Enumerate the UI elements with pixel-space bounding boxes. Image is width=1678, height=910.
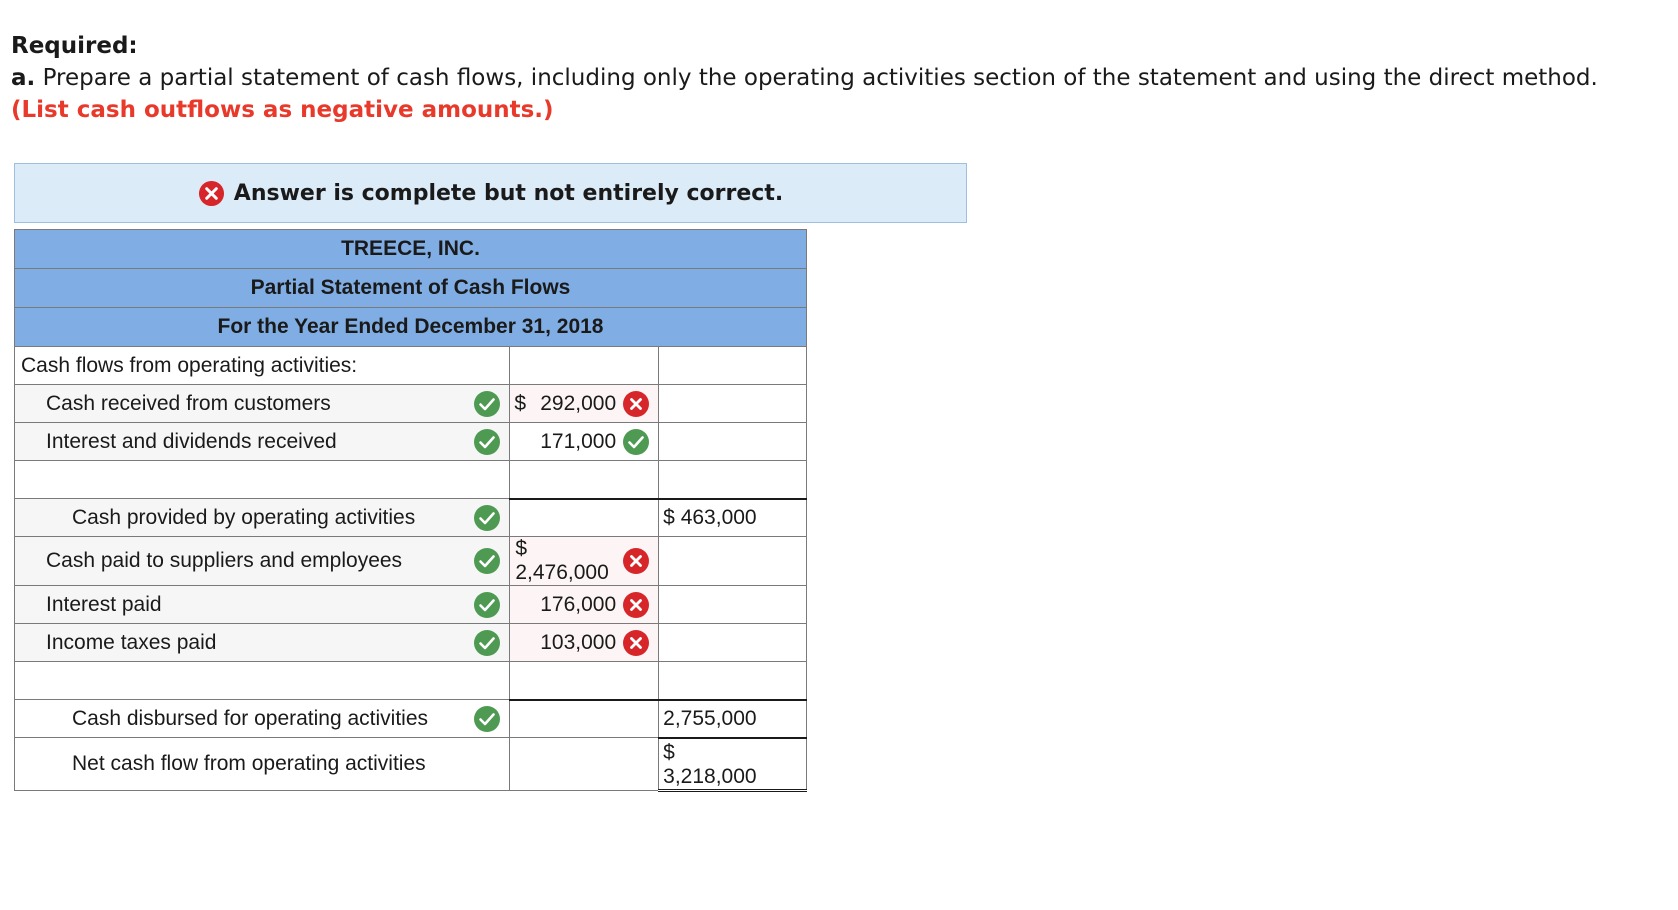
amount-cell-empty[interactable]	[509, 698, 660, 738]
total-cell-empty[interactable]	[658, 384, 807, 423]
total-cell-empty[interactable]	[658, 346, 807, 385]
table-row: Interest paid 176,000	[13, 585, 807, 624]
row-label: Income taxes paid	[46, 630, 217, 654]
statement-title-row: Partial Statement of Cash Flows	[14, 268, 807, 308]
amount-cell-empty[interactable]	[509, 346, 660, 385]
check-circle-icon	[473, 504, 501, 532]
x-circle-icon	[622, 629, 650, 657]
table-row: Net cash flow from operating activities …	[13, 736, 807, 792]
section-header-row: Cash flows from operating activities:	[13, 346, 807, 385]
total-cell-empty[interactable]	[658, 585, 807, 624]
label-cell[interactable]: Net cash flow from operating activities	[13, 737, 511, 791]
row-label: Net cash flow from operating activities	[72, 752, 426, 775]
row-label: Interest paid	[46, 592, 162, 616]
row-label: Interest and dividends received	[46, 429, 337, 453]
amount-value: 2,476,000	[515, 561, 609, 584]
instructions: Required: a. Prepare a partial statement…	[11, 30, 1651, 126]
check-circle-icon	[473, 629, 501, 657]
label-cell[interactable]: Cash received from customers	[13, 384, 511, 423]
x-circle-icon	[622, 591, 650, 619]
statement-period: For the Year Ended December 31, 2018	[14, 307, 807, 347]
amount-cell-empty[interactable]	[509, 497, 660, 537]
table-row: Cash paid to suppliers and employees $ 2…	[13, 536, 807, 586]
feedback-message: Answer is complete but not entirely corr…	[233, 180, 784, 206]
amount-value: 103,000	[540, 630, 617, 654]
check-circle-icon	[473, 428, 501, 456]
x-circle-icon	[622, 547, 650, 575]
amount-cell[interactable]: 176,000	[509, 585, 660, 624]
x-circle-icon	[198, 180, 225, 207]
table-row: Income taxes paid 103,000	[13, 623, 807, 662]
label-cell[interactable]: Interest paid	[13, 585, 511, 624]
amount-value: 292,000	[540, 391, 617, 415]
total-cell-empty[interactable]	[658, 536, 807, 586]
label-cell[interactable]: Cash paid to suppliers and employees	[13, 536, 511, 586]
total-cell[interactable]: $ 3,218,000	[658, 736, 807, 792]
x-circle-icon	[622, 390, 650, 418]
amount-cell-empty[interactable]	[509, 460, 660, 499]
check-circle-icon	[473, 591, 501, 619]
instructions-text: Prepare a partial statement of cash flow…	[35, 65, 1598, 91]
dollar-sign: $	[515, 537, 528, 560]
label-cell[interactable]: Income taxes paid	[13, 623, 511, 662]
total-cell-empty[interactable]	[658, 460, 807, 499]
total-value: 2,755,000	[663, 706, 757, 730]
row-label: Cash disbursed for operating activities	[72, 706, 429, 730]
cash-flow-statement: TREECE, INC. Partial Statement of Cash F…	[13, 229, 807, 792]
table-row: Cash received from customers $ 292,000	[13, 384, 807, 423]
amount-cell-empty[interactable]	[509, 661, 660, 700]
company-name: TREECE, INC.	[14, 229, 807, 269]
amount-cell-empty[interactable]	[509, 737, 660, 791]
amount-cell[interactable]: 171,000	[509, 422, 660, 461]
required-heading: Required:	[11, 33, 138, 59]
total-cell[interactable]: 2,755,000	[658, 698, 807, 738]
row-label: Cash paid to suppliers and employees	[46, 549, 403, 572]
statement-company-row: TREECE, INC.	[14, 229, 807, 269]
label-cell[interactable]: Cash provided by operating activities	[13, 498, 511, 537]
total-cell-empty[interactable]	[658, 661, 807, 700]
feedback-banner: Answer is complete but not entirely corr…	[14, 163, 967, 223]
check-circle-icon	[622, 428, 650, 456]
label-cell[interactable]: Cash disbursed for operating activities	[13, 699, 511, 738]
dollar-sign: $	[663, 505, 675, 529]
dollar-sign: $	[514, 391, 527, 415]
total-cell-empty[interactable]	[658, 422, 807, 461]
total-cell-empty[interactable]	[658, 623, 807, 662]
check-circle-icon	[473, 390, 501, 418]
total-value: 463,000	[680, 505, 757, 529]
statement-period-row: For the Year Ended December 31, 2018	[14, 307, 807, 347]
table-row: Cash disbursed for operating activities …	[13, 698, 807, 738]
label-cell[interactable]: Interest and dividends received	[13, 422, 511, 461]
label-cell-empty[interactable]	[13, 460, 511, 499]
amount-cell[interactable]: 103,000	[509, 623, 660, 662]
total-value: 3,218,000	[663, 764, 757, 788]
total-cell[interactable]: $ 463,000	[658, 497, 807, 537]
section-header: Cash flows from operating activities:	[13, 346, 511, 385]
check-circle-icon	[473, 705, 501, 733]
dollar-sign: $	[663, 740, 675, 764]
table-row: Cash provided by operating activities $ …	[13, 497, 807, 537]
statement-title: Partial Statement of Cash Flows	[14, 268, 807, 308]
amount-value: 176,000	[540, 592, 617, 616]
amount-cell[interactable]: $ 2,476,000	[509, 536, 660, 586]
table-row: Interest and dividends received 171,000	[13, 422, 807, 461]
check-circle-icon	[473, 547, 501, 575]
instructions-note: (List cash outflows as negative amounts.…	[11, 97, 554, 123]
label-cell-empty[interactable]	[13, 661, 511, 700]
row-label: Cash received from customers	[46, 391, 331, 415]
row-label: Cash provided by operating activities	[72, 505, 416, 529]
amount-value: 171,000	[540, 429, 617, 453]
part-label: a.	[11, 65, 36, 91]
blank-row	[13, 460, 807, 499]
amount-cell[interactable]: $ 292,000	[509, 384, 660, 423]
blank-row	[13, 661, 807, 700]
